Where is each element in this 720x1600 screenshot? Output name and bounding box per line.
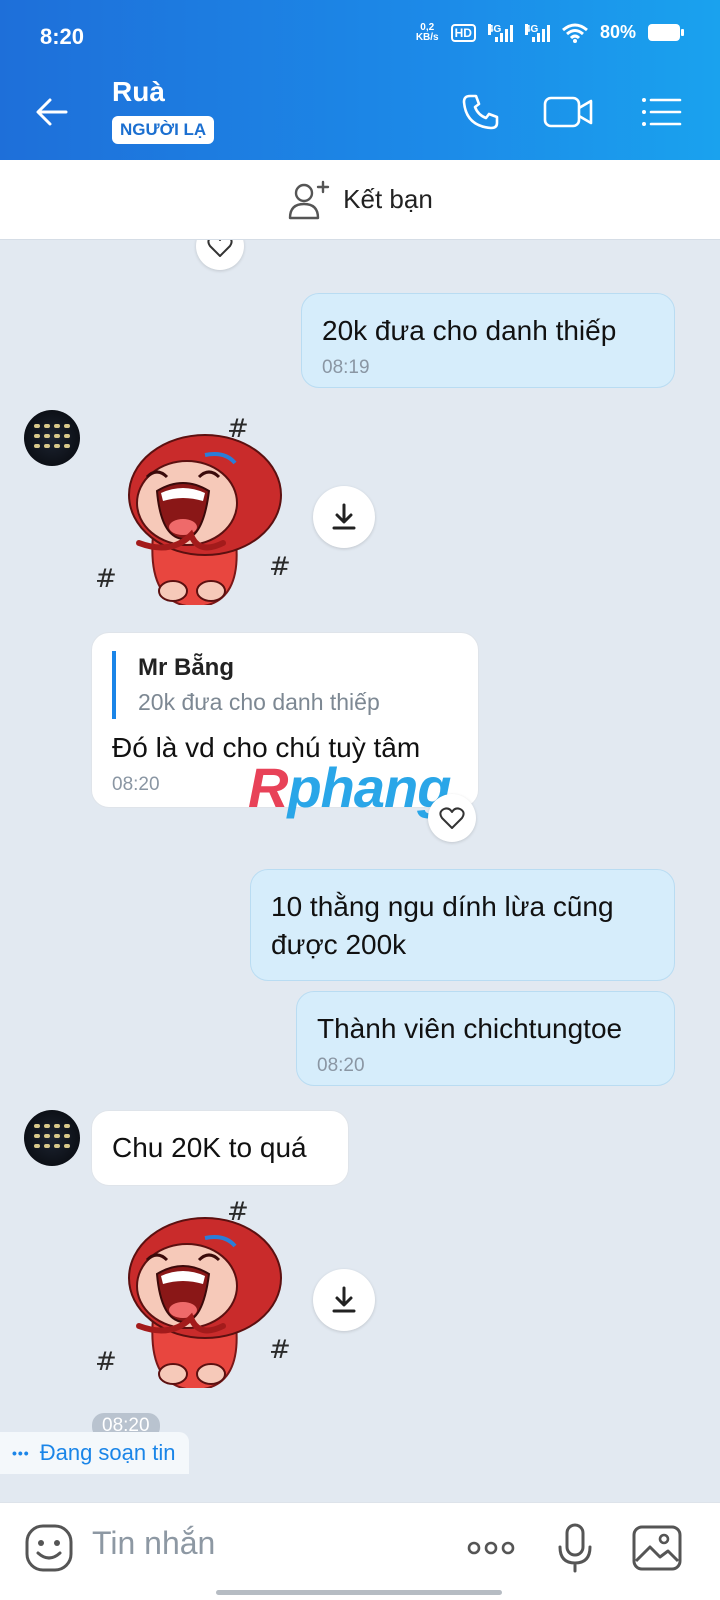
- message-bubble-outgoing[interactable]: 20k đưa cho danh thiếp 08:19: [301, 293, 675, 388]
- network-speed: 0,2 KB/s: [415, 21, 439, 43]
- battery-icon: [648, 24, 684, 41]
- sticker-laughing[interactable]: # # #: [95, 1198, 295, 1388]
- emoji-icon[interactable]: [22, 1521, 76, 1575]
- add-friend-bar[interactable]: Kết bạn: [0, 160, 720, 240]
- download-icon: [332, 503, 356, 530]
- add-friend-icon: [288, 180, 330, 219]
- avatar[interactable]: [24, 1110, 80, 1166]
- hd-icon: HD: [450, 23, 476, 42]
- menu-list-icon[interactable]: [638, 88, 686, 136]
- status-icons: 0,2 KB/s HD 4G 4G 80%: [415, 21, 684, 43]
- microphone-icon[interactable]: [548, 1521, 602, 1575]
- avatar[interactable]: [24, 410, 80, 466]
- svg-text:#: #: [95, 1347, 117, 1377]
- typing-text: Đang soạn tin: [39, 1440, 176, 1465]
- status-bar: 8:20 0,2 KB/s HD 4G 4G 80%: [0, 0, 720, 64]
- wifi-icon: [562, 23, 588, 43]
- phone-icon[interactable]: [456, 88, 504, 136]
- quoted-text: 20k đưa cho danh thiếp: [138, 689, 380, 715]
- svg-text:#: #: [269, 1335, 291, 1365]
- chat-messages[interactable]: 20k đưa cho danh thiếp 08:19 # # # Mr Bẵ: [0, 240, 720, 1502]
- back-arrow-icon[interactable]: [30, 90, 74, 134]
- reaction-button[interactable]: [428, 794, 476, 842]
- quoted-message[interactable]: Mr Bẵng 20k đưa cho danh thiếp: [112, 651, 458, 719]
- status-time: 8:20: [40, 24, 85, 49]
- more-icon[interactable]: [464, 1521, 518, 1575]
- image-icon[interactable]: [630, 1521, 684, 1575]
- heart-icon: [207, 240, 233, 257]
- message-input-bar: Tin nhắn: [0, 1502, 720, 1600]
- add-friend-label: Kết bạn: [343, 184, 433, 214]
- download-button[interactable]: [313, 1269, 375, 1331]
- message-text: Thành viên chichtungtoe: [317, 1013, 623, 1044]
- video-call-icon[interactable]: [542, 88, 594, 136]
- heart-icon: [439, 807, 465, 829]
- typing-indicator: ••• Đang soạn tin: [0, 1432, 190, 1474]
- svg-text:#: #: [269, 552, 291, 582]
- chat-header: Ruà NGƯỜI LẠ: [0, 64, 720, 160]
- message-bubble-outgoing[interactable]: 10 thằng ngu dính lừa cũng được 200k: [250, 869, 675, 981]
- message-text: Chu 20K to quá: [112, 1132, 307, 1163]
- quoted-sender: Mr Bẵng: [138, 654, 234, 681]
- download-button[interactable]: [313, 486, 375, 548]
- stranger-badge: NGƯỜI LẠ: [112, 116, 215, 144]
- message-time: 08:19: [322, 357, 370, 378]
- battery-percent: 80%: [599, 22, 636, 42]
- message-bubble-incoming[interactable]: Chu 20K to quá: [91, 1110, 349, 1186]
- message-text: 10 thằng ngu dính lừa cũng được 200k: [271, 891, 614, 960]
- typing-dots-icon: •••: [12, 1445, 30, 1461]
- home-indicator[interactable]: [216, 1590, 502, 1595]
- message-input[interactable]: Tin nhắn: [92, 1525, 215, 1562]
- message-bubble-outgoing[interactable]: Thành viên chichtungtoe 08:20: [296, 991, 675, 1086]
- message-time: 08:20: [317, 1055, 365, 1076]
- signal-icon: 4G: [487, 23, 513, 42]
- reaction-button[interactable]: [196, 240, 244, 270]
- watermark-logo: Rphang: [248, 756, 451, 819]
- signal-icon-sim2: 4G: [524, 23, 550, 42]
- svg-text:#: #: [95, 564, 117, 594]
- download-icon: [332, 1286, 356, 1313]
- contact-name[interactable]: Ruà: [112, 76, 165, 108]
- message-text: 20k đưa cho danh thiếp: [322, 315, 617, 346]
- sticker-laughing[interactable]: # # #: [95, 415, 295, 605]
